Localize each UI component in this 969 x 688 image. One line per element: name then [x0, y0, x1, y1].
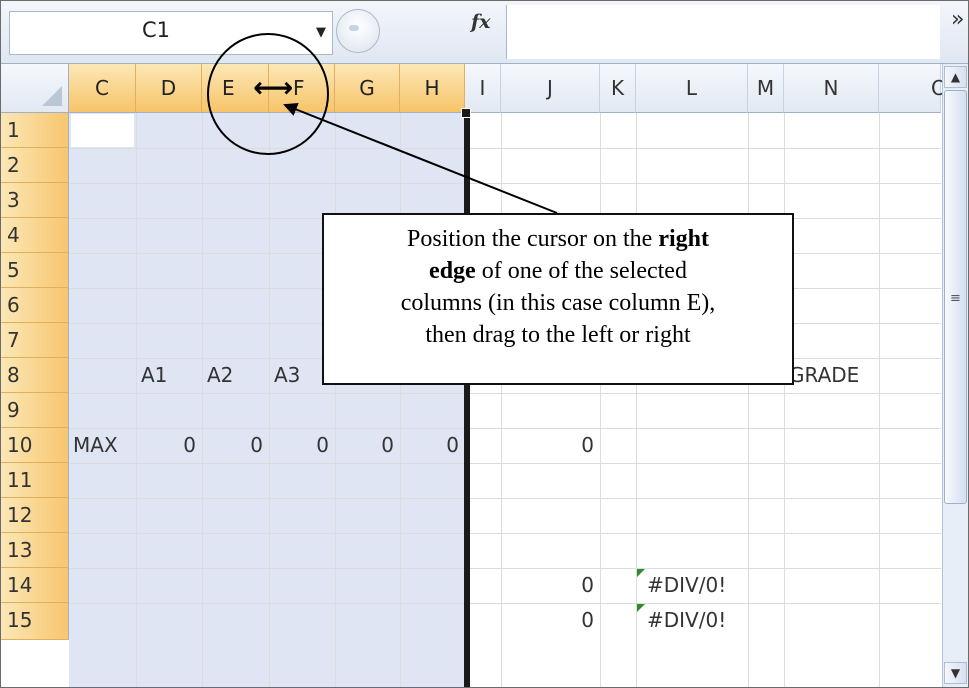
- column-header-i[interactable]: I: [465, 64, 501, 113]
- active-cell[interactable]: [71, 114, 134, 147]
- cell-j15[interactable]: 0: [501, 603, 594, 637]
- select-all-button[interactable]: [1, 64, 69, 113]
- scroll-down-icon[interactable]: ▼: [944, 662, 967, 684]
- gridline: [69, 393, 941, 394]
- row-header-13[interactable]: 13: [1, 533, 69, 568]
- error-indicator-icon: [637, 604, 645, 612]
- chevron-down-icon[interactable]: ▼: [316, 25, 326, 40]
- grip-icon: ≡: [950, 291, 961, 306]
- gridline: [69, 533, 941, 534]
- row-header-7[interactable]: 7: [1, 323, 69, 358]
- cell-d8[interactable]: A1: [141, 358, 167, 392]
- gridline: [136, 113, 137, 687]
- column-header-f-label: F: [293, 76, 305, 100]
- row-header-1[interactable]: 1: [1, 113, 69, 148]
- cell-l15[interactable]: #DIV/0!: [647, 603, 726, 637]
- row-header-5[interactable]: 5: [1, 253, 69, 288]
- column-header-d[interactable]: D: [136, 64, 202, 113]
- callout-bold-text: right: [658, 226, 709, 252]
- cell-c10[interactable]: MAX: [73, 428, 118, 462]
- callout-bold-text: edge: [429, 258, 476, 284]
- column-header-j[interactable]: J: [501, 64, 600, 113]
- callout-line-4: then drag to the left or right: [425, 322, 691, 348]
- row-header-12[interactable]: 12: [1, 498, 69, 533]
- gridline: [879, 113, 880, 687]
- cell-l14[interactable]: #DIV/0!: [647, 568, 726, 602]
- vertical-scrollbar[interactable]: ▲ ≡ ▼: [942, 64, 968, 687]
- cell-j10[interactable]: 0: [501, 428, 594, 462]
- formula-input[interactable]: [506, 5, 940, 59]
- column-header-h[interactable]: H: [400, 64, 465, 113]
- callout-text: Position the cursor on the: [407, 226, 659, 252]
- cell-n8[interactable]: GRADE: [789, 358, 859, 392]
- formula-bar-resize-handle-icon[interactable]: [336, 9, 380, 53]
- cell-g10[interactable]: 0: [335, 428, 394, 462]
- cell-f8[interactable]: A3: [274, 358, 300, 392]
- gridline: [748, 113, 749, 687]
- gridline: [69, 498, 941, 499]
- gridline: [69, 148, 941, 149]
- name-box-value: C1: [142, 18, 171, 42]
- column-header-k[interactable]: K: [600, 64, 636, 113]
- formula-bar: C1 ▼ fx »: [1, 1, 968, 64]
- cell-e8[interactable]: A2: [207, 358, 233, 392]
- column-header-c[interactable]: C: [69, 64, 136, 113]
- callout-line-3: columns (in this case column E),: [400, 290, 716, 316]
- selection-border: [464, 113, 470, 687]
- row-header-6[interactable]: 6: [1, 288, 69, 323]
- callout-line-1: Position the cursor on the right: [324, 223, 792, 255]
- gridline: [202, 113, 203, 687]
- selected-range: [69, 113, 465, 687]
- row-header-3[interactable]: 3: [1, 183, 69, 218]
- row-header-11[interactable]: 11: [1, 463, 69, 498]
- gridline: [335, 113, 336, 687]
- fill-handle[interactable]: [461, 108, 471, 118]
- row-header-10[interactable]: 10: [1, 428, 69, 463]
- column-header-m[interactable]: M: [748, 64, 784, 113]
- cell-f10[interactable]: 0: [269, 428, 329, 462]
- row-header-2[interactable]: 2: [1, 148, 69, 183]
- gridline: [600, 113, 601, 687]
- cell-e10[interactable]: 0: [202, 428, 263, 462]
- annotation-callout: Position the cursor on the right edge of…: [322, 213, 794, 385]
- error-indicator-icon: [637, 569, 645, 577]
- spreadsheet-window: C1 ▼ fx » C D E F G H I J K L M N O 1 2 …: [0, 0, 969, 688]
- row-header-8[interactable]: 8: [1, 358, 69, 393]
- callout-text: of one of the selected: [475, 258, 687, 284]
- gridline: [269, 113, 270, 687]
- gridline: [69, 463, 941, 464]
- row-header-15[interactable]: 15: [1, 603, 69, 640]
- gridline: [69, 183, 941, 184]
- callout-line-2: edge of one of the selected: [324, 255, 792, 287]
- row-header-14[interactable]: 14: [1, 568, 69, 603]
- row-header-4[interactable]: 4: [1, 218, 69, 253]
- column-header-g[interactable]: G: [335, 64, 400, 113]
- insert-function-icon[interactable]: fx: [471, 11, 491, 33]
- row-header-9[interactable]: 9: [1, 393, 69, 428]
- cell-h10[interactable]: 0: [400, 428, 459, 462]
- gridline: [400, 113, 401, 687]
- cell-d10[interactable]: 0: [136, 428, 196, 462]
- gridline: [784, 113, 785, 687]
- scrollbar-thumb[interactable]: ≡: [944, 90, 967, 504]
- column-header-l[interactable]: L: [636, 64, 748, 113]
- name-box[interactable]: C1 ▼: [9, 11, 333, 55]
- cell-j14[interactable]: 0: [501, 568, 594, 602]
- column-header-e-label: E: [222, 76, 235, 100]
- gridline: [636, 113, 637, 687]
- column-header-n[interactable]: N: [784, 64, 879, 113]
- column-resize-cursor-icon: ⟷: [253, 71, 294, 104]
- scroll-up-icon[interactable]: ▲: [944, 66, 967, 88]
- expand-formula-bar-icon[interactable]: »: [951, 7, 964, 32]
- column-header-o[interactable]: O: [879, 64, 947, 113]
